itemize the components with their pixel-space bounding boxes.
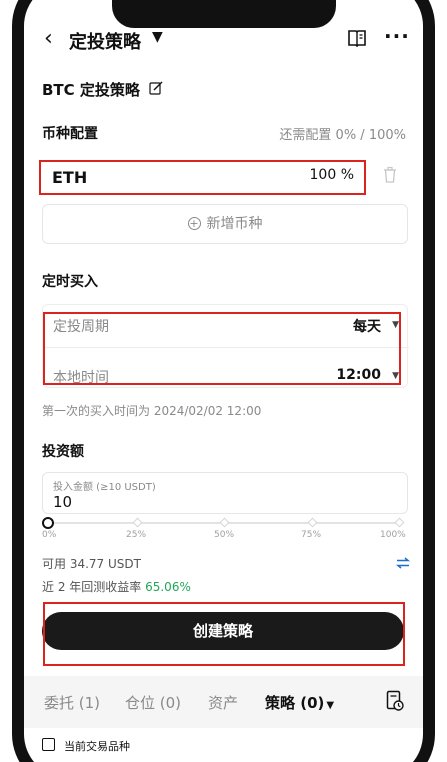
slider-stop[interactable] bbox=[219, 517, 230, 528]
investment-title: 投资额 bbox=[42, 444, 84, 460]
phone-notch bbox=[112, 0, 336, 28]
edit-icon[interactable] bbox=[149, 81, 163, 95]
slider-stop[interactable] bbox=[394, 517, 405, 528]
available-balance: 可用 34.77 USDT bbox=[42, 557, 141, 571]
amount-slider[interactable]: 0% 25% 50% 75% 100% bbox=[42, 516, 408, 546]
tab-orders[interactable]: 委托 (1) bbox=[44, 692, 100, 713]
caret-down-icon[interactable]: ▼ bbox=[152, 29, 163, 45]
amount-input-value[interactable]: 10 bbox=[53, 493, 72, 511]
schedule-title: 定时买入 bbox=[42, 274, 98, 290]
slider-knob[interactable] bbox=[42, 517, 54, 529]
slider-tick-label: 25% bbox=[126, 530, 147, 540]
add-coin-button[interactable]: + 新增币种 bbox=[42, 204, 408, 244]
filter-row: 当前交易品种 bbox=[24, 728, 423, 762]
page-title[interactable]: 定投策略 bbox=[69, 28, 141, 54]
coin-config-title: 币种配置 bbox=[42, 126, 98, 142]
top-bar: ‹ 定投策略 ▼ ··· bbox=[24, 24, 423, 58]
trash-icon[interactable] bbox=[382, 166, 398, 184]
swap-icon[interactable] bbox=[396, 557, 410, 569]
slider-stop[interactable] bbox=[132, 517, 143, 528]
history-icon[interactable] bbox=[386, 690, 404, 712]
slider-stop[interactable] bbox=[307, 517, 318, 528]
backtest-value: 65.06% bbox=[145, 580, 191, 594]
frame-edge bbox=[0, 0, 14, 762]
book-icon[interactable] bbox=[347, 28, 367, 48]
add-coin-label: 新增币种 bbox=[206, 216, 263, 232]
slider-tick-label: 50% bbox=[214, 530, 235, 540]
slider-tick-label: 0% bbox=[42, 530, 57, 540]
app-screen: ‹ 定投策略 ▼ ··· BTC 定投策略 币种配置 还需配置 0% / 100… bbox=[24, 0, 423, 762]
bottom-tabs: 委托 (1) 仓位 (0) 资产 策略 (0) ▼ bbox=[24, 676, 423, 728]
highlight-box-coin bbox=[39, 160, 366, 195]
amount-input-label: 投入金额 (≥10 USDT) bbox=[53, 482, 156, 493]
backtest-row: 近 2 年回测收益率 65.06% bbox=[42, 578, 191, 595]
phone-frame: ‹ 定投策略 ▼ ··· BTC 定投策略 币种配置 还需配置 0% / 100… bbox=[0, 0, 447, 762]
tab-strategies[interactable]: 策略 (0) ▼ bbox=[265, 692, 334, 713]
highlight-box-button bbox=[43, 602, 405, 666]
backtest-label: 近 2 年回测收益率 bbox=[42, 580, 142, 594]
remaining-config: 还需配置 0% / 100% bbox=[279, 128, 406, 143]
plus-circle-icon: + bbox=[187, 217, 201, 230]
highlight-box-schedule bbox=[43, 312, 401, 385]
current-symbol-label: 当前交易品种 bbox=[64, 740, 130, 753]
current-symbol-checkbox[interactable] bbox=[42, 738, 55, 751]
strategy-name: BTC 定投策略 bbox=[42, 81, 140, 99]
slider-tick-label: 100% bbox=[380, 530, 406, 540]
tab-strategies-label: 策略 (0) bbox=[265, 694, 325, 712]
tab-positions[interactable]: 仓位 (0) bbox=[125, 692, 181, 713]
caret-down-icon: ▼ bbox=[326, 700, 335, 711]
amount-input[interactable]: 投入金额 (≥10 USDT) 10 bbox=[42, 472, 408, 514]
tab-assets[interactable]: 资产 bbox=[208, 692, 238, 713]
slider-tick-label: 75% bbox=[301, 530, 322, 540]
more-icon[interactable]: ··· bbox=[384, 24, 410, 48]
first-buy-note: 第一次的买入时间为 2024/02/02 12:00 bbox=[42, 404, 262, 418]
chevron-left-icon[interactable]: ‹ bbox=[44, 26, 53, 51]
